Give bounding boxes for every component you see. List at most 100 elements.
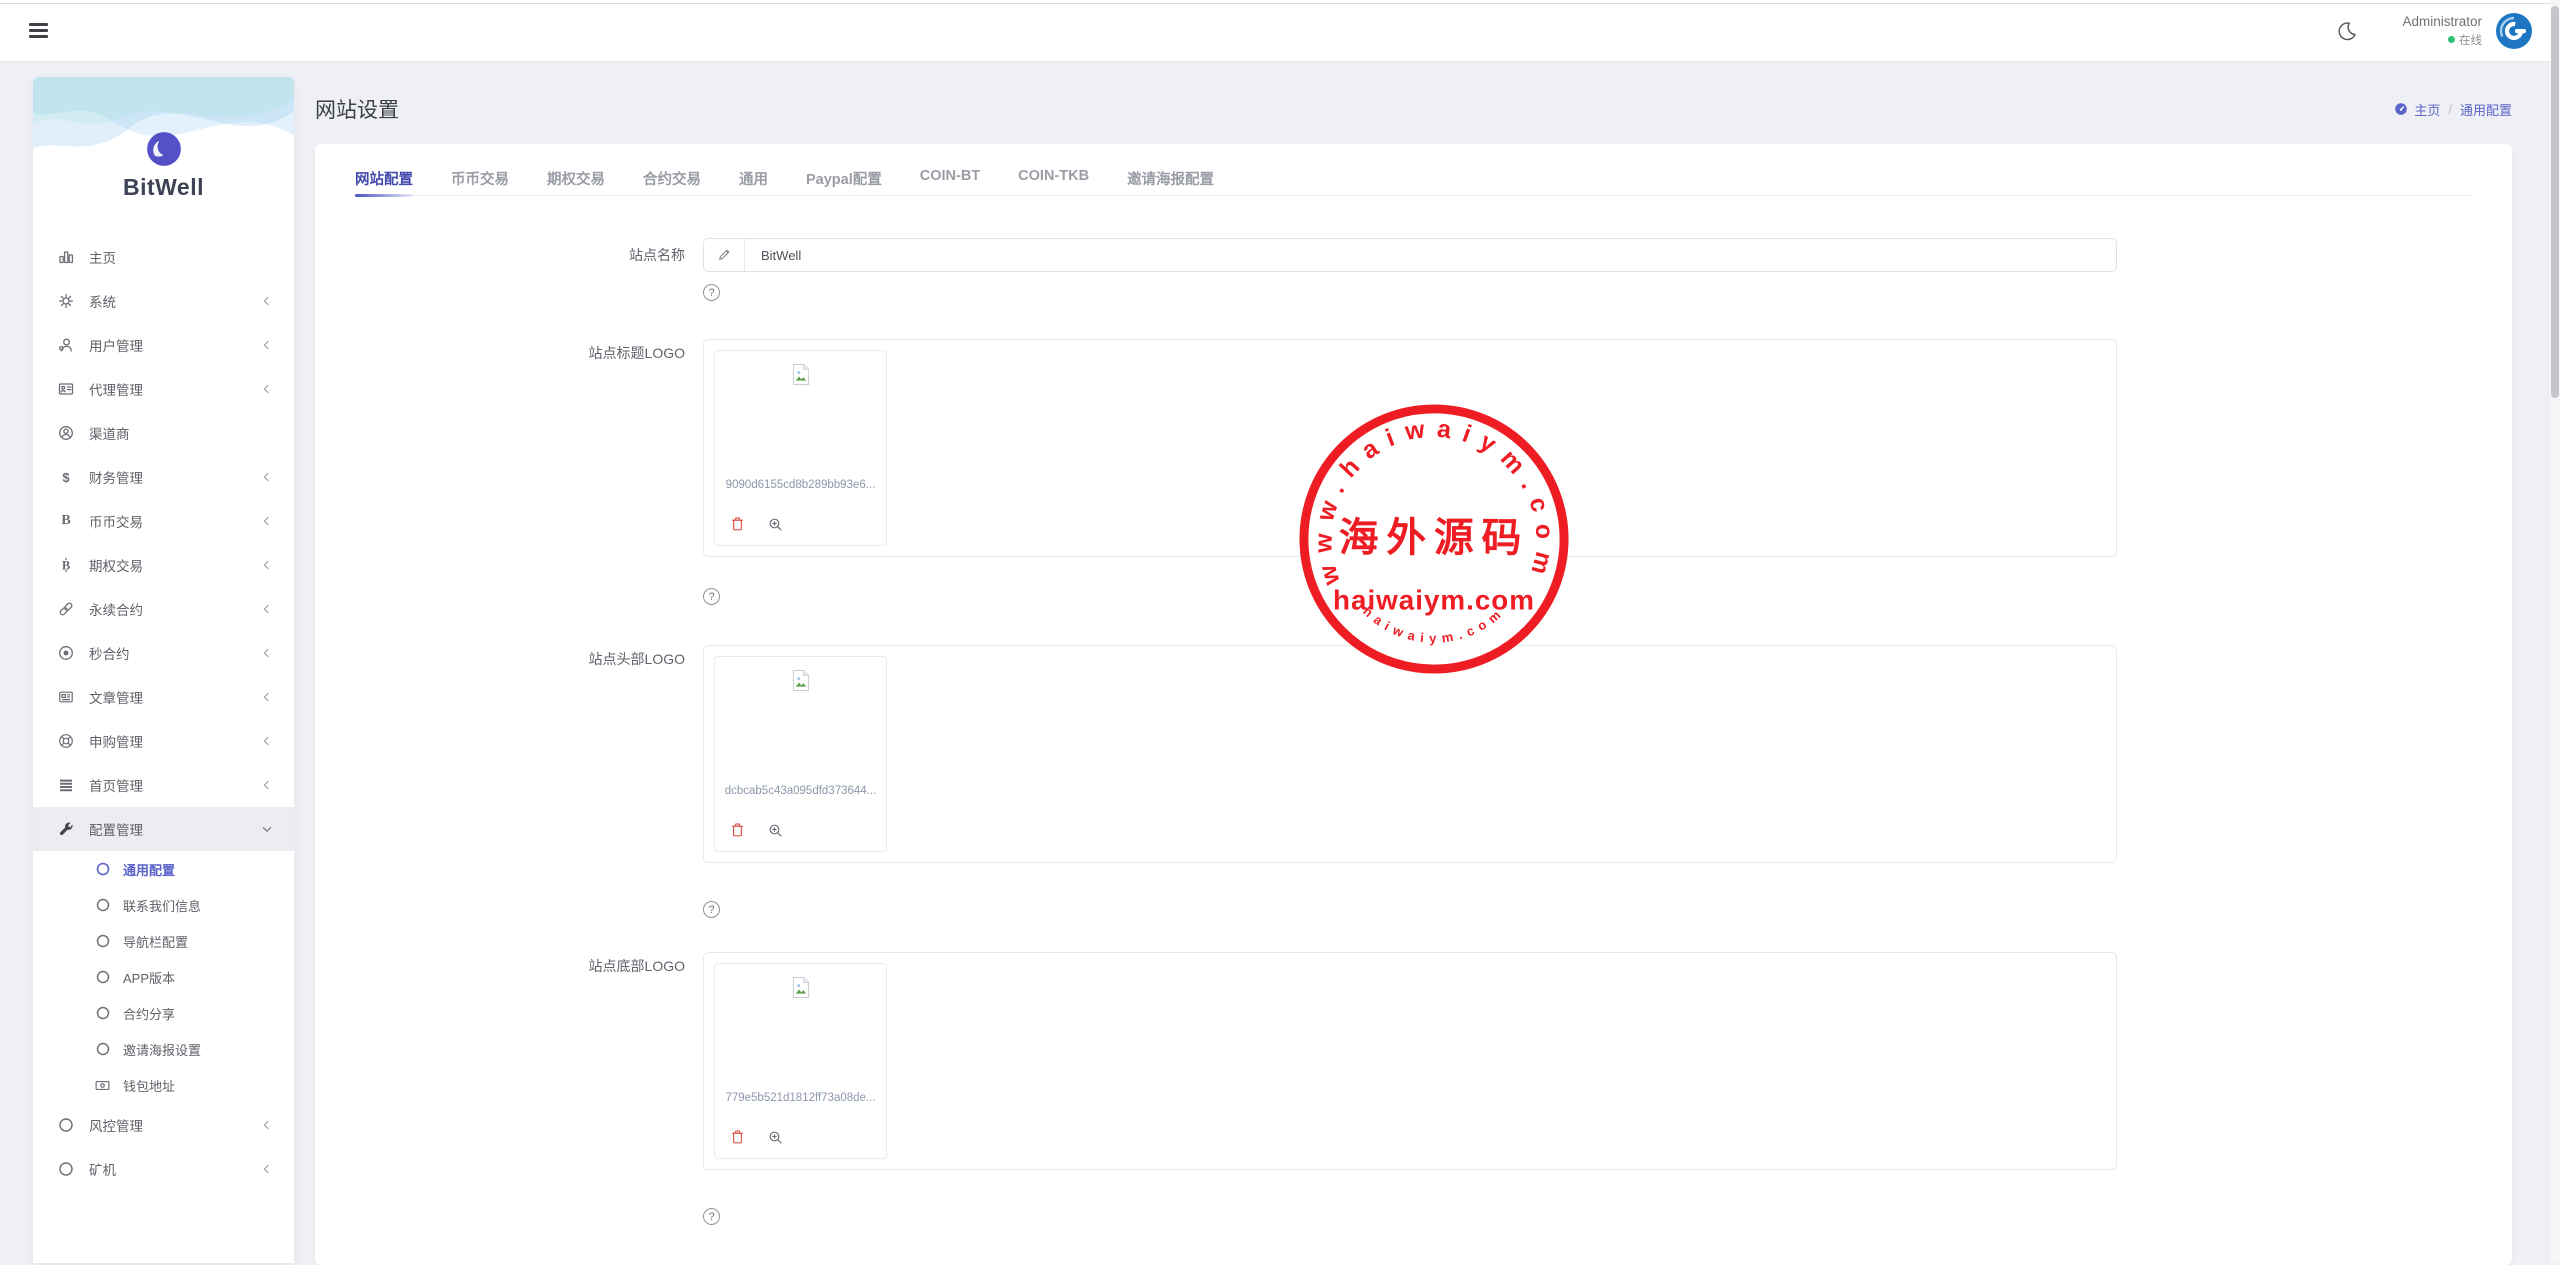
sidebar-subitem-navbar-config[interactable]: 导航栏配置	[33, 923, 294, 959]
breadcrumb-current[interactable]: 通用配置	[2460, 100, 2512, 119]
topbar: Administrator 在线	[0, 0, 2560, 62]
theme-toggle-button[interactable]	[2336, 20, 2358, 42]
sidebar-item-agents[interactable]: 代理管理	[33, 367, 294, 411]
header-logo-filename: dcbcab5c43a095dfd373644...	[722, 785, 879, 797]
scrollbar-thumb[interactable]	[2551, 6, 2559, 398]
preview-file-button[interactable]	[768, 517, 783, 532]
circle-icon	[95, 862, 110, 877]
sidebar-nav: 主页 系统 用户管理 代理管理	[33, 235, 294, 1191]
delete-file-button[interactable]	[730, 1129, 745, 1145]
help-icon[interactable]: ?	[703, 284, 720, 301]
money-bill-icon	[95, 1078, 110, 1093]
sidebar-subitem-wallet-address[interactable]: 钱包地址	[33, 1067, 294, 1103]
footer-logo-file-card: 779e5b521d1812ff73a08de...	[714, 963, 887, 1159]
sidebar-item-config[interactable]: 配置管理	[33, 807, 294, 851]
sidebar-subitem-general-config[interactable]: 通用配置	[33, 851, 294, 887]
title-logo-filename: 9090d6155cd8b289bb93e6...	[722, 479, 879, 491]
top-hairline	[0, 3, 2560, 4]
user-circle-icon	[57, 425, 75, 442]
tab-bar: 网站配置 币币交易 期权交易 合约交易 通用 Paypal配置 COIN-BT …	[355, 144, 2472, 196]
pencil-icon	[704, 239, 745, 271]
header-logo-label: 站点头部LOGO	[355, 645, 703, 863]
main-content: 网站设置 主页 / 通用配置 网站配置 币币交易 期权交易 合约交易 通用 Pa…	[315, 62, 2512, 1265]
user-meta[interactable]: Administrator 在线	[2402, 14, 2482, 48]
tab-invite-poster-config[interactable]: 邀请海报配置	[1127, 168, 1214, 195]
dot-circle-icon	[57, 645, 75, 662]
delete-file-button[interactable]	[730, 516, 745, 532]
help-icon[interactable]: ?	[703, 901, 720, 918]
circle-icon	[95, 1042, 110, 1057]
tab-site-config[interactable]: 网站配置	[355, 168, 413, 195]
tab-paypal-config[interactable]: Paypal配置	[806, 168, 882, 195]
tab-options-trade[interactable]: 期权交易	[547, 168, 605, 195]
sidebar-subitem-contract-share[interactable]: 合约分享	[33, 995, 294, 1031]
sidebar-item-system[interactable]: 系统	[33, 279, 294, 323]
chevron-left-icon	[260, 602, 274, 616]
hamburger-icon	[29, 23, 48, 26]
tab-general[interactable]: 通用	[739, 168, 768, 195]
circle-icon	[57, 1117, 75, 1134]
preview-file-button[interactable]	[768, 823, 783, 838]
delete-file-button[interactable]	[730, 822, 745, 838]
sidebar-item-articles[interactable]: 文章管理	[33, 675, 294, 719]
avatar[interactable]	[2495, 12, 2533, 50]
sidebar-subitem-invite-poster[interactable]: 邀请海报设置	[33, 1031, 294, 1067]
title-logo-upload-area[interactable]: 9090d6155cd8b289bb93e6...	[703, 339, 2117, 557]
sidebar-item-channel[interactable]: 渠道商	[33, 411, 294, 455]
footer-logo-upload-area[interactable]: 779e5b521d1812ff73a08de...	[703, 952, 2117, 1170]
sidebar-item-home[interactable]: 主页	[33, 235, 294, 279]
user-icon	[57, 337, 75, 354]
menu-toggle-button[interactable]	[27, 14, 50, 47]
chart-bar-icon	[57, 249, 75, 266]
tab-contract-trade[interactable]: 合约交易	[643, 168, 701, 195]
breadcrumb-separator: /	[2448, 102, 2452, 117]
footer-logo-filename: 779e5b521d1812ff73a08de...	[722, 1092, 879, 1104]
chevron-left-icon	[260, 778, 274, 792]
active-tab-underline	[355, 194, 413, 197]
breadcrumb: 主页 / 通用配置	[2394, 100, 2512, 119]
circle-icon	[95, 898, 110, 913]
life-ring-icon	[57, 733, 75, 750]
sidebar-item-risk-control[interactable]: 风控管理	[33, 1103, 294, 1147]
chain-link-icon	[57, 601, 75, 618]
breadcrumb-home-link[interactable]: 主页	[2394, 100, 2440, 119]
bars-icon	[57, 777, 75, 794]
help-icon[interactable]: ?	[703, 588, 720, 605]
sidebar-item-finance[interactable]: $ 财务管理	[33, 455, 294, 499]
sidebar-item-users[interactable]: 用户管理	[33, 323, 294, 367]
title-logo-label: 站点标题LOGO	[355, 339, 703, 557]
sidebar-item-subscription[interactable]: 申购管理	[33, 719, 294, 763]
letter-b-icon: B	[57, 513, 75, 530]
tachometer-icon	[2394, 102, 2408, 116]
page-title: 网站设置	[315, 94, 399, 124]
gear-icon	[57, 293, 75, 310]
tab-coin-tkb[interactable]: COIN-TKB	[1018, 168, 1089, 195]
wrench-icon	[57, 821, 75, 838]
circle-icon	[95, 970, 110, 985]
chevron-down-icon	[260, 822, 274, 836]
site-name-input[interactable]: BitWell	[703, 238, 2117, 272]
sidebar-item-options-trade[interactable]: B 期权交易	[33, 543, 294, 587]
sidebar-item-miner[interactable]: 矿机	[33, 1147, 294, 1191]
chevron-left-icon	[260, 558, 274, 572]
tab-spot-trade[interactable]: 币币交易	[451, 168, 509, 195]
sidebar-item-seconds-contract[interactable]: 秒合约	[33, 631, 294, 675]
sidebar-item-homepage[interactable]: 首页管理	[33, 763, 294, 807]
sidebar-item-spot-trade[interactable]: B 币币交易	[33, 499, 294, 543]
preview-file-button[interactable]	[768, 1130, 783, 1145]
dollar-icon: $	[57, 469, 75, 486]
sidebar-subitem-contact-info[interactable]: 联系我们信息	[33, 887, 294, 923]
chevron-left-icon	[260, 1118, 274, 1132]
header-logo-upload-area[interactable]: dcbcab5c43a095dfd373644...	[703, 645, 2117, 863]
help-icon[interactable]: ?	[703, 1208, 720, 1225]
chevron-left-icon	[260, 514, 274, 528]
chevron-left-icon	[260, 382, 274, 396]
chevron-left-icon	[260, 470, 274, 484]
site-name-value: BitWell	[745, 239, 801, 271]
sidebar-subitem-app-version[interactable]: APP版本	[33, 959, 294, 995]
sidebar-item-perpetual[interactable]: 永续合约	[33, 587, 294, 631]
circle-icon	[95, 934, 110, 949]
sidebar-header: BitWell	[33, 77, 294, 235]
tab-coin-bt[interactable]: COIN-BT	[920, 168, 980, 195]
baht-icon: B	[57, 557, 75, 574]
